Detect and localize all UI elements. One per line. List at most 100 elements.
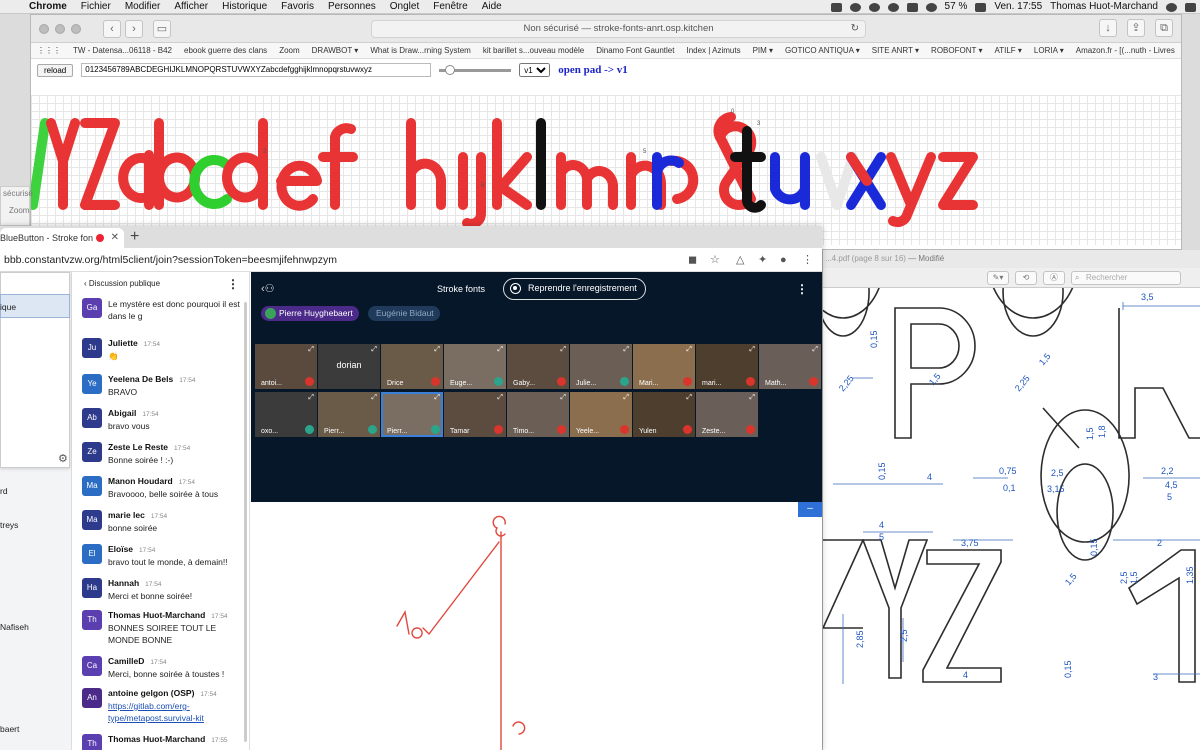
camera-icon[interactable]: ◼ xyxy=(688,248,697,272)
profile-avatar-icon[interactable]: ● xyxy=(780,248,787,272)
webcam-tile[interactable]: ⤢ Pierr... xyxy=(381,392,443,437)
chrome-menu-icon[interactable]: ⋮ xyxy=(802,248,813,272)
weight-slider[interactable] xyxy=(439,64,512,75)
minimize-window-button[interactable] xyxy=(55,23,65,34)
webcam-tile[interactable]: ⤢ dorian xyxy=(318,344,380,389)
version-select[interactable]: v1 xyxy=(519,63,551,77)
fullscreen-icon[interactable]: ⤢ xyxy=(308,394,314,402)
webcam-tile[interactable]: ⤢ Tamar xyxy=(444,392,506,437)
bookmark-item[interactable]: kit barillet s...ouveau modèle xyxy=(477,46,590,55)
webcam-tile[interactable]: ⤢ Julie... xyxy=(570,344,632,389)
annotate-icon[interactable]: Ⓐ xyxy=(1043,270,1065,285)
bookmark-item[interactable]: Zoom xyxy=(273,46,305,55)
bookmark-item[interactable]: ebook guerre des clans xyxy=(178,46,273,55)
bookmark-item[interactable]: ROBOFONT ▾ xyxy=(925,46,988,55)
menu-item-afficher[interactable]: Afficher xyxy=(167,0,215,14)
bookmark-item[interactable]: PIM ▾ xyxy=(747,46,779,55)
bookmark-item[interactable]: GOTICO ANTIQUA ▾ xyxy=(779,46,866,55)
fullscreen-icon[interactable]: ⤢ xyxy=(749,394,755,402)
bookmark-item[interactable]: ATILF ▾ xyxy=(988,46,1027,55)
menu-item-modifier[interactable]: Modifier xyxy=(118,0,168,14)
bitcoin-icon[interactable] xyxy=(868,2,880,12)
bookmark-star-icon[interactable]: ☆ xyxy=(710,248,720,272)
menubar-user[interactable]: Thomas Huot-Marchand xyxy=(1050,0,1158,14)
back-button[interactable]: ‹ xyxy=(103,19,121,38)
extensions-puzzle-icon[interactable]: ✦ xyxy=(758,248,767,272)
zoom-window-button[interactable] xyxy=(71,23,81,34)
webcam-tile[interactable]: ⤢ Gaby... xyxy=(507,344,569,389)
bbb-url-bar[interactable]: bbb.constantvzw.org/html5client/join?ses… xyxy=(0,248,822,272)
fullscreen-icon[interactable]: ⤢ xyxy=(686,394,692,402)
fullscreen-icon[interactable]: ⤢ xyxy=(623,394,629,402)
fullscreen-icon[interactable]: ⤢ xyxy=(560,394,566,402)
webcam-tile[interactable]: ⤢ Timo... xyxy=(507,392,569,437)
webcam-tile[interactable]: ⤢ Mari... xyxy=(633,344,695,389)
webcam-tile[interactable]: ⤢ Pierr... xyxy=(318,392,380,437)
menu-item-aide[interactable]: Aide xyxy=(475,0,509,14)
presentation-whiteboard[interactable] xyxy=(251,502,822,750)
user-list-item[interactable]: Nafiseh xyxy=(0,622,29,632)
share-icon[interactable]: ⇪ xyxy=(1127,19,1145,37)
user-list-item[interactable]: baert xyxy=(0,724,19,734)
fullscreen-icon[interactable]: ⤢ xyxy=(812,346,818,354)
rotate-icon[interactable]: ⟲ xyxy=(1015,270,1037,285)
settings-gear-icon[interactable]: ⚙ xyxy=(58,452,68,465)
minimize-presentation-button[interactable]: – xyxy=(798,502,822,517)
user-list-item[interactable]: rd xyxy=(0,486,8,496)
menu-item-favoris[interactable]: Favoris xyxy=(274,0,321,14)
fullscreen-icon[interactable]: ⤢ xyxy=(560,346,566,354)
fullscreen-icon[interactable]: ⤢ xyxy=(371,346,377,354)
bookmark-item[interactable]: Dinamo Font Gauntlet xyxy=(590,46,680,55)
webcam-tile[interactable]: ⤢ oxo... xyxy=(255,392,317,437)
wifi-icon[interactable] xyxy=(925,2,937,12)
forward-button[interactable]: › xyxy=(125,19,143,38)
close-window-button[interactable] xyxy=(39,23,49,34)
bookmark-item[interactable]: SITE ANRT ▾ xyxy=(866,46,925,55)
menu-item-fichier[interactable]: Fichier xyxy=(74,0,118,14)
bookmark-item[interactable]: LORIA ▾ xyxy=(1028,46,1070,55)
chat-link[interactable]: https://gitlab.com/erg-type/metapost.sur… xyxy=(108,701,204,723)
webcam-tile[interactable]: ⤢ Yeele... xyxy=(570,392,632,437)
sidebar-toggle-icon[interactable]: ▭ xyxy=(153,19,171,38)
bookmark-item[interactable]: Amazon.fr - [(...nuth - Livres xyxy=(1070,46,1181,55)
bookmark-item[interactable]: Index | Azimuts xyxy=(680,46,746,55)
menu-item-fenetre[interactable]: Fenêtre xyxy=(426,0,474,14)
bookmark-item[interactable]: DRAWBOT ▾ xyxy=(306,46,365,55)
options-menu-icon[interactable]: ⋮ xyxy=(796,282,808,296)
creative-cloud-icon[interactable] xyxy=(849,2,861,12)
sample-text-input[interactable]: 0123456789ABCDEGHIJKLMNOPQRSTUVWXYZabcde… xyxy=(81,63,432,77)
fullscreen-icon[interactable]: ⤢ xyxy=(686,346,692,354)
search-icon[interactable] xyxy=(1166,2,1177,12)
reload-button[interactable]: reload xyxy=(37,63,74,77)
slider-knob[interactable] xyxy=(445,64,456,75)
fullscreen-icon[interactable]: ⤢ xyxy=(434,394,440,402)
fullscreen-icon[interactable]: ⤢ xyxy=(371,394,377,402)
fullscreen-icon[interactable]: ⤢ xyxy=(749,346,755,354)
markup-pen-icon[interactable]: ✎▾ xyxy=(987,270,1009,285)
tabs-overview-icon[interactable]: ⧉ xyxy=(1155,19,1173,37)
new-tab-button[interactable]: + xyxy=(130,226,139,248)
chat-scrollbar[interactable] xyxy=(244,302,247,742)
extension-drive-icon[interactable]: △ xyxy=(736,248,744,272)
chat-menu-icon[interactable]: ⋮ xyxy=(227,272,239,296)
menubar-clock[interactable]: Ven. 17:55 xyxy=(994,0,1042,14)
download-icon[interactable]: ↓ xyxy=(1099,19,1117,37)
fullscreen-icon[interactable]: ⤢ xyxy=(497,346,503,354)
pdf-search-field[interactable]: Rechercher xyxy=(1071,270,1181,285)
battery-icon[interactable] xyxy=(975,2,987,12)
address-bar[interactable]: Non sécurisé — stroke-fonts-anrt.osp.kit… xyxy=(371,20,866,38)
user-list-item[interactable]: ique xyxy=(0,302,16,312)
menu-item-personnes[interactable]: Personnes xyxy=(321,0,383,14)
menu-item-historique[interactable]: Historique xyxy=(215,0,274,14)
tab-bigbluebutton[interactable]: BlueButton - Stroke fon ✕ xyxy=(0,228,124,248)
open-pad-link[interactable]: open pad -> v1 xyxy=(558,64,628,76)
timemachine-icon[interactable] xyxy=(887,2,899,12)
reload-icon[interactable]: ↻ xyxy=(851,21,859,37)
fullscreen-icon[interactable]: ⤢ xyxy=(623,346,629,354)
fullscreen-icon[interactable]: ⤢ xyxy=(308,346,314,354)
bluetooth-icon[interactable] xyxy=(906,2,918,12)
webcam-tile[interactable]: ⤢ Drice xyxy=(381,344,443,389)
user-list-item[interactable]: treys xyxy=(0,520,18,530)
menu-item-onglet[interactable]: Onglet xyxy=(383,0,426,14)
dropbox-icon[interactable] xyxy=(830,2,842,12)
